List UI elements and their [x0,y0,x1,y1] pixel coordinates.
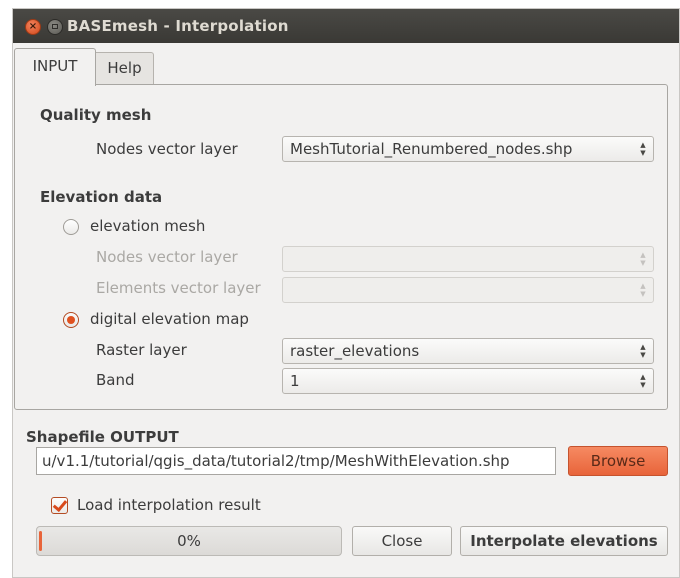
tab-help[interactable]: Help [96,52,154,84]
elevation-data-heading: Elevation data [40,188,163,206]
band-label: Band [96,371,135,389]
digital-elevation-map-radio[interactable] [63,312,79,328]
mesh-elements-vector-layer-label: Elements vector layer [96,279,261,297]
load-interpolation-result-checkbox[interactable] [51,497,68,514]
raster-layer-value: raster_elevations [290,342,420,360]
interpolate-elevations-button[interactable]: Interpolate elevations [460,526,668,556]
progress-bar: 0% [36,526,342,556]
elevation-mesh-label: elevation mesh [90,217,206,235]
up-down-arrows-icon: ▲ ▼ [640,373,646,389]
minimize-icon[interactable] [47,19,63,35]
up-down-arrows-icon: ▲ ▼ [640,282,646,298]
progress-text: 0% [177,532,201,550]
band-value: 1 [290,372,300,390]
title-bar: × BASEmesh - Interpolation [13,9,679,43]
nodes-vector-layer-select[interactable]: MeshTutorial_Renumbered_nodes.shp ▲ ▼ [282,136,654,162]
elevation-mesh-radio[interactable] [63,219,79,235]
raster-layer-label: Raster layer [96,341,187,359]
mesh-elements-vector-layer-select[interactable]: ▲ ▼ [282,277,654,303]
raster-layer-select[interactable]: raster_elevations ▲ ▼ [282,338,654,364]
mesh-nodes-vector-layer-label: Nodes vector layer [96,248,238,266]
load-interpolation-result-label: Load interpolation result [77,496,261,514]
up-down-arrows-icon: ▲ ▼ [640,343,646,359]
mesh-nodes-vector-layer-select[interactable]: ▲ ▼ [282,246,654,272]
shapefile-output-heading: Shapefile OUTPUT [26,428,179,446]
up-down-arrows-icon: ▲ ▼ [640,251,646,267]
output-path-input[interactable]: u/v1.1/tutorial/qgis_data/tutorial2/tmp/… [36,447,556,475]
nodes-vector-layer-label: Nodes vector layer [96,140,238,158]
up-down-arrows-icon: ▲ ▼ [640,141,646,157]
band-select[interactable]: 1 ▲ ▼ [282,368,654,394]
window-title: BASEmesh - Interpolation [67,17,289,35]
browse-button[interactable]: Browse [568,446,668,476]
quality-mesh-heading: Quality mesh [40,106,152,124]
progress-fill [39,531,42,551]
tab-input[interactable]: INPUT [14,48,96,86]
close-button[interactable]: Close [352,526,452,556]
close-icon[interactable]: × [25,19,41,35]
digital-elevation-map-label: digital elevation map [90,310,249,328]
nodes-vector-layer-value: MeshTutorial_Renumbered_nodes.shp [290,140,573,158]
